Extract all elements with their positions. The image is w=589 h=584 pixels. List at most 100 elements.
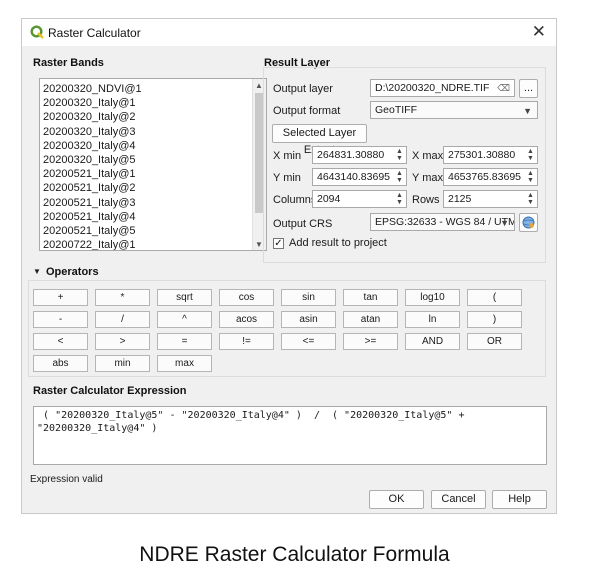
columns-value: 2094 xyxy=(317,193,341,205)
operator-button[interactable]: <= xyxy=(281,333,336,350)
raster-band-item[interactable]: 20200521_Italy@4 xyxy=(43,210,248,224)
raster-band-item[interactable]: 20200320_Italy@1 xyxy=(43,96,248,110)
columns-label: Columns xyxy=(273,194,317,206)
clear-icon[interactable]: ⌫ xyxy=(497,80,510,96)
raster-band-item[interactable]: 20200521_Italy@2 xyxy=(43,181,248,195)
add-result-checkbox[interactable]: ✓ xyxy=(273,238,284,249)
rows-label: Rows xyxy=(412,194,440,206)
raster-band-item[interactable]: 20200320_NDVI@1 xyxy=(43,82,248,96)
globe-icon xyxy=(522,216,535,229)
operator-button[interactable]: + xyxy=(33,289,88,306)
spinner-icon[interactable]: ▲ ▼ xyxy=(395,148,405,162)
xmin-value: 264831.30880 xyxy=(317,149,385,161)
operator-button[interactable]: ^ xyxy=(157,311,212,328)
selected-layer-extent-button[interactable]: Selected Layer Extent xyxy=(272,124,367,156)
raster-bands-label: Raster Bands xyxy=(33,57,104,69)
scroll-up-icon[interactable]: ▲ xyxy=(255,81,263,90)
operator-button[interactable]: sin xyxy=(281,289,336,306)
operator-button[interactable]: * xyxy=(95,289,150,306)
operator-button[interactable]: ) xyxy=(467,311,522,328)
add-result-label: Add result to project xyxy=(289,237,387,249)
chevron-down-icon: ▼ xyxy=(523,106,532,116)
operator-button[interactable]: log10 xyxy=(405,289,460,306)
raster-band-item[interactable]: 20200320_Italy@5 xyxy=(43,153,248,167)
collapse-arrow-icon[interactable]: ▼ xyxy=(33,267,41,276)
operator-button[interactable]: asin xyxy=(281,311,336,328)
ymin-label: Y min xyxy=(273,172,301,184)
spinner-icon[interactable]: ▲ ▼ xyxy=(395,170,405,184)
operator-button[interactable]: acos xyxy=(219,311,274,328)
output-crs-label: Output CRS xyxy=(273,218,333,230)
expression-label: Raster Calculator Expression xyxy=(33,385,187,397)
window-title: Raster Calculator xyxy=(48,26,141,40)
xmax-label: X max xyxy=(412,150,444,162)
spinner-icon[interactable]: ▲ ▼ xyxy=(526,192,536,206)
xmin-spinbox[interactable]: 264831.30880 ▲ ▼ xyxy=(312,146,407,164)
output-format-select[interactable]: GeoTIFF ▼ xyxy=(370,101,538,119)
rows-value: 2125 xyxy=(448,193,472,205)
operator-button[interactable]: cos xyxy=(219,289,274,306)
operator-button[interactable]: atan xyxy=(343,311,398,328)
output-format-value: GeoTIFF xyxy=(375,104,418,116)
operator-button[interactable]: ( xyxy=(467,289,522,306)
raster-band-item[interactable]: 20200521_Italy@1 xyxy=(43,167,248,181)
operator-button[interactable]: sqrt xyxy=(157,289,212,306)
chevron-down-icon: ▼ xyxy=(500,218,509,228)
operator-button[interactable]: > xyxy=(95,333,150,350)
operator-button[interactable]: = xyxy=(157,333,212,350)
operators-label: Operators xyxy=(46,266,99,278)
output-crs-value: EPSG:32633 - WGS 84 / UTM xyxy=(375,216,515,228)
raster-band-item[interactable]: 20200521_Italy@3 xyxy=(43,196,248,210)
check-icon: ✓ xyxy=(274,238,283,249)
operator-button[interactable]: / xyxy=(95,311,150,328)
browse-button[interactable]: ... xyxy=(519,79,538,98)
expression-status: Expression valid xyxy=(30,474,103,485)
output-layer-input[interactable]: D:\20200320_NDRE.TIF ⌫ xyxy=(370,79,515,97)
xmax-value: 275301.30880 xyxy=(448,149,516,161)
operator-button[interactable]: - xyxy=(33,311,88,328)
ymin-spinbox[interactable]: 4643140.83695 ▲ ▼ xyxy=(312,168,407,186)
operator-button[interactable]: abs xyxy=(33,355,88,372)
operator-button[interactable]: max xyxy=(157,355,212,372)
xmax-spinbox[interactable]: 275301.30880 ▲ ▼ xyxy=(443,146,538,164)
output-layer-value: D:\20200320_NDRE.TIF xyxy=(375,82,490,94)
output-format-label: Output format xyxy=(273,105,341,117)
spinner-icon[interactable]: ▲ ▼ xyxy=(395,192,405,206)
crs-selector-button[interactable] xyxy=(519,213,538,232)
raster-band-item[interactable]: 20200521_Italy@5 xyxy=(43,224,248,238)
operator-button[interactable]: OR xyxy=(467,333,522,350)
operator-button[interactable]: min xyxy=(95,355,150,372)
expression-editor[interactable]: ( "20200320_Italy@5" - "20200320_Italy@4… xyxy=(33,406,547,465)
operator-button[interactable]: >= xyxy=(343,333,398,350)
ymax-value: 4653765.83695 xyxy=(448,171,521,183)
close-icon[interactable]: ✕ xyxy=(532,22,546,42)
operator-button[interactable]: < xyxy=(33,333,88,350)
spinner-icon[interactable]: ▲ ▼ xyxy=(526,170,536,184)
title-bar: Raster Calculator ✕ xyxy=(22,19,556,46)
operator-button[interactable]: ln xyxy=(405,311,460,328)
raster-band-item[interactable]: 20200320_Italy@4 xyxy=(43,139,248,153)
raster-bands-items: 20200320_NDVI@1 20200320_Italy@1 20200320_… xyxy=(43,82,248,250)
ymin-value: 4643140.83695 xyxy=(317,171,390,183)
qgis-logo-icon xyxy=(30,25,44,39)
raster-band-item[interactable]: 20200320_Italy@3 xyxy=(43,125,248,139)
figure-caption: NDRE Raster Calculator Formula xyxy=(139,543,450,566)
operator-button[interactable]: != xyxy=(219,333,274,350)
ok-button[interactable]: OK xyxy=(369,490,424,509)
operator-button[interactable]: AND xyxy=(405,333,460,350)
output-layer-label: Output layer xyxy=(273,83,333,95)
columns-spinbox[interactable]: 2094 ▲ ▼ xyxy=(312,190,407,208)
rows-spinbox[interactable]: 2125 ▲ ▼ xyxy=(443,190,538,208)
raster-calculator-dialog: Raster Calculator ✕ Raster Bands 2020032… xyxy=(21,18,557,514)
xmin-label: X min xyxy=(273,150,302,162)
raster-band-item[interactable]: 20200722_Italy@1 xyxy=(43,238,248,250)
operator-button[interactable]: tan xyxy=(343,289,398,306)
help-button[interactable]: Help xyxy=(492,490,547,509)
output-crs-select[interactable]: EPSG:32633 - WGS 84 / UTM ▼ xyxy=(370,213,515,231)
ymax-spinbox[interactable]: 4653765.83695 ▲ ▼ xyxy=(443,168,538,186)
raster-band-item[interactable]: 20200320_Italy@2 xyxy=(43,110,248,124)
spinner-icon[interactable]: ▲ ▼ xyxy=(526,148,536,162)
cancel-button[interactable]: Cancel xyxy=(431,490,486,509)
raster-bands-list[interactable]: 20200320_NDVI@1 20200320_Italy@1 20200320_… xyxy=(39,78,267,251)
scroll-down-icon[interactable]: ▼ xyxy=(255,240,263,249)
